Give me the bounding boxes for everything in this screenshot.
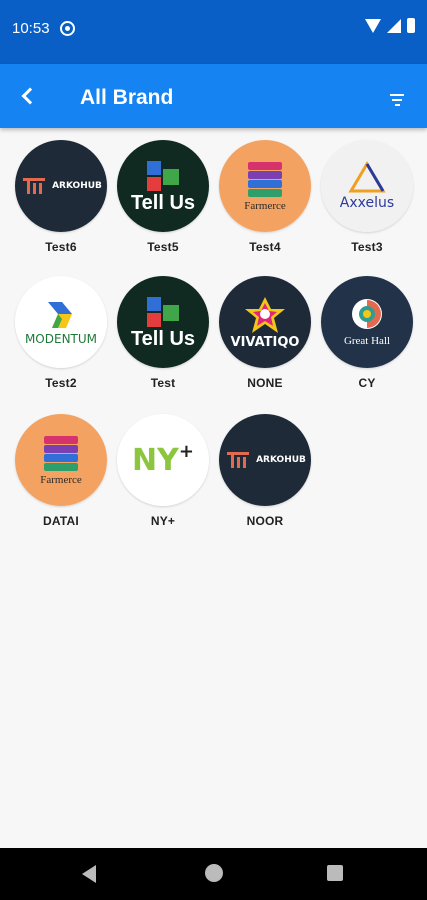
battery-icon [407,18,415,33]
brand-logo: ARKOHUB [219,414,311,506]
logo-text: Tell Us [130,328,196,350]
sync-icon [60,21,75,36]
brand-item[interactable]: NY + NY+ [112,414,214,528]
logo-text: Axxelus [339,195,395,211]
logo-text: NY [132,442,179,478]
logo-text: Farmerce [244,200,286,212]
logo-text: ARKOHUB [256,455,306,465]
brand-name: Test [150,376,176,390]
back-arrow-icon [21,87,39,105]
brand-item[interactable]: MODENTUM Test2 [10,276,112,390]
brand-name: NOOR [246,514,284,528]
brand-logo: Axxelus [321,140,413,232]
brand-name: Test2 [45,376,77,390]
brand-logo: MODENTUM [15,276,107,368]
logo-text: Great Hall [343,335,391,347]
brand-item[interactable]: Great Hall CY [316,276,418,390]
logo-text: VIVATIQO [230,334,300,350]
brand-name: NY+ [150,514,176,528]
brand-name: Test4 [249,240,281,254]
nav-back-icon[interactable] [82,865,96,883]
brand-logo: NY + [117,414,209,506]
brand-item[interactable]: ARKOHUB Test6 [10,140,112,254]
brand-name: NONE [247,376,283,390]
brand-name: DATAI [43,514,79,528]
app-bar: All Brand [0,64,427,128]
brand-item[interactable]: Farmerce Test4 [214,140,316,254]
filter-button[interactable] [389,94,405,108]
brand-logo: Great Hall [321,276,413,368]
brand-item[interactable]: Axxelus Test3 [316,140,418,254]
back-button[interactable] [14,82,42,110]
brand-logo: Tell Us [117,276,209,368]
brand-logo: VIVATIQO [219,276,311,368]
logo-text: MODENTUM [24,332,98,346]
page-title: All Brand [80,86,174,109]
logo-text: Farmerce [40,474,82,486]
brand-logo: Farmerce [15,414,107,506]
brand-logo: Tell Us [117,140,209,232]
plus-icon: + [178,440,194,462]
system-nav-bar [0,848,427,900]
logo-text: Tell Us [130,192,196,214]
nav-recents-icon[interactable] [327,865,343,881]
status-icons [365,18,415,33]
brand-item[interactable]: VIVATIQO NONE [214,276,316,390]
brand-name: Test6 [45,240,77,254]
brand-logo: Farmerce [219,140,311,232]
nav-home-icon[interactable] [205,864,223,882]
brand-logo: ARKOHUB [15,140,107,232]
brand-name: Test5 [147,240,179,254]
filter-icon [390,94,404,96]
brand-item[interactable]: ARKOHUB NOOR [214,414,316,528]
brand-item[interactable]: Farmerce DATAI [10,414,112,528]
logo-text: ARKOHUB [52,181,102,191]
brand-item[interactable]: Tell Us Test [112,276,214,390]
status-time: 10:53 [12,20,50,37]
signal-icon [387,18,401,33]
brand-name: CY [358,376,376,390]
brand-item[interactable]: Tell Us Test5 [112,140,214,254]
status-bar: 10:53 [0,0,427,64]
wifi-icon [365,18,381,33]
brand-name: Test3 [351,240,383,254]
